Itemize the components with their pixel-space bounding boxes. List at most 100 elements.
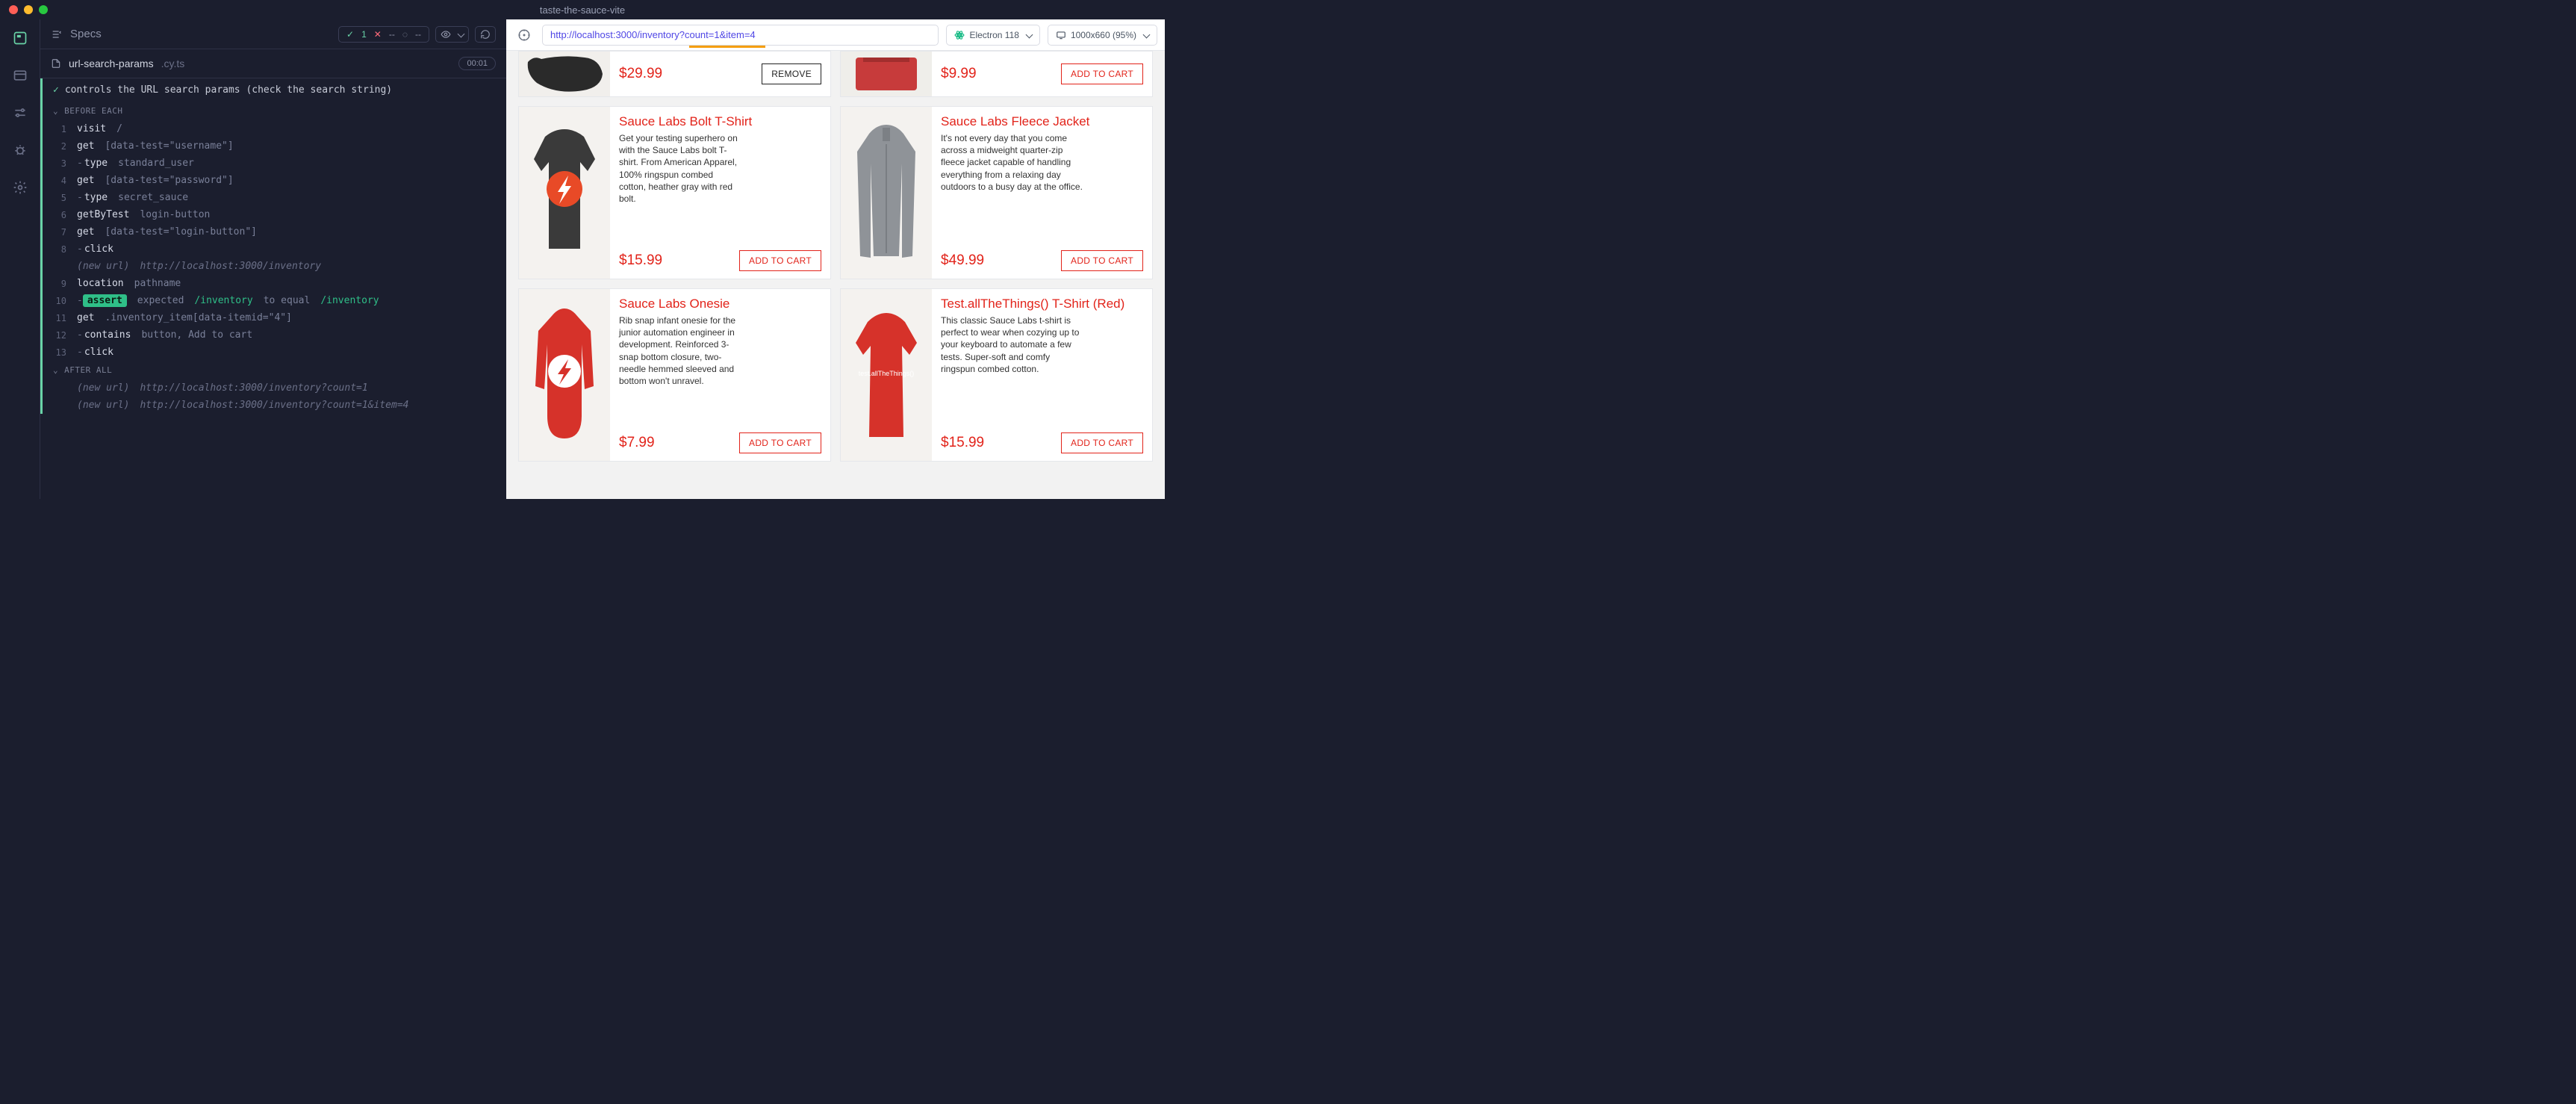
command-row[interactable]: 9location pathname	[40, 275, 506, 292]
command-row[interactable]: (new url) http://localhost:3000/inventor…	[40, 379, 506, 397]
file-icon	[51, 58, 61, 69]
command-row[interactable]: (new url) http://localhost:3000/inventor…	[40, 258, 506, 275]
remove-button[interactable]: REMOVE	[762, 63, 821, 84]
event-label: (new url)	[77, 382, 129, 394]
add-to-cart-button[interactable]: ADD TO CART	[1061, 432, 1143, 453]
event-url: http://localhost:3000/inventory	[140, 261, 321, 272]
viewport-icon	[1056, 30, 1066, 40]
product-desc: Rib snap infant onesie for the junior au…	[619, 314, 738, 387]
command-row[interactable]: 12contains button, Add to cart	[40, 326, 506, 344]
selector-playground-button[interactable]	[514, 25, 535, 46]
runs-icon[interactable]	[12, 67, 28, 84]
spec-ext: .cy.ts	[161, 58, 185, 69]
add-to-cart-button[interactable]: ADD TO CART	[1061, 63, 1143, 84]
product-image	[519, 107, 610, 279]
command-log-panel: Specs ✓ 1 ✕ -- ◌ --	[40, 19, 506, 499]
fail-count: --	[389, 29, 395, 40]
inventory-item: Sauce Labs Fleece Jacket It's not every …	[840, 106, 1153, 279]
add-to-cart-button[interactable]: ADD TO CART	[739, 432, 821, 453]
view-toggle-button[interactable]	[435, 26, 469, 43]
command-row[interactable]: 8click	[40, 241, 506, 258]
inventory-item-partial: $9.99 ADD TO CART	[840, 51, 1153, 97]
step-number: 5	[53, 193, 66, 203]
settings-icon[interactable]	[12, 179, 28, 196]
step-number: 8	[53, 244, 66, 255]
browser-select[interactable]: Electron 118	[946, 25, 1040, 46]
results-pill: ✓ 1 ✕ -- ◌ --	[338, 26, 429, 43]
step-number: 13	[53, 347, 66, 358]
command-row[interactable]: 5 type secret_sauce	[40, 189, 506, 206]
product-image	[519, 289, 610, 461]
command-row[interactable]: 13click	[40, 344, 506, 361]
command-arg: button, Add to cart	[141, 329, 252, 341]
spec-file-row[interactable]: url-search-params .cy.ts 00:01	[40, 49, 506, 78]
price: $29.99	[619, 66, 662, 82]
url-bar[interactable]: http://localhost:3000/inventory?count=1&…	[542, 25, 939, 46]
command-row[interactable]: (new url) http://localhost:3000/inventor…	[40, 397, 506, 414]
check-icon: ✓	[53, 84, 59, 96]
product-title[interactable]: Sauce Labs Bolt T-Shirt	[619, 114, 821, 129]
price: $15.99	[941, 435, 984, 451]
command-row[interactable]: 6getByTest login-button	[40, 206, 506, 223]
add-to-cart-button[interactable]: ADD TO CART	[739, 250, 821, 271]
refresh-icon	[480, 29, 491, 40]
command-row[interactable]: 3type standard_user	[40, 155, 506, 172]
pending-count: --	[415, 29, 421, 40]
product-title[interactable]: Sauce Labs Fleece Jacket	[941, 114, 1143, 129]
viewport-select[interactable]: 1000x660 (95%)	[1048, 25, 1157, 46]
specs-header[interactable]: Specs	[51, 28, 102, 40]
command-name: type	[77, 192, 108, 203]
before-each-header[interactable]: ⌄ BEFORE EACH	[40, 102, 506, 120]
pass-count: 1	[361, 29, 367, 40]
aut-frame[interactable]: $29.99 REMOVE $9.99 ADD TO CART	[506, 51, 1165, 499]
product-title[interactable]: Sauce Labs Onesie	[619, 297, 821, 311]
rerun-button[interactable]	[475, 26, 496, 43]
bug-icon[interactable]	[12, 142, 28, 158]
step-number: 10	[53, 296, 66, 306]
add-to-cart-button[interactable]: ADD TO CART	[1061, 250, 1143, 271]
price: $15.99	[619, 252, 662, 269]
command-arg: /	[116, 123, 122, 134]
event-url: http://localhost:3000/inventory?count=1&…	[140, 400, 408, 411]
command-row[interactable]: 10-assert expected /inventory to equal /…	[40, 292, 506, 309]
check-icon: ✓	[346, 29, 354, 40]
expand-icon	[51, 28, 63, 40]
electron-icon	[954, 30, 965, 40]
command-row[interactable]: 4get [data-test="password"]	[40, 172, 506, 189]
url-base: http://localhost:3000/inventory	[550, 29, 679, 40]
specs-tab-icon[interactable]	[12, 30, 28, 46]
command-row[interactable]: 2get [data-test="username"]	[40, 137, 506, 155]
inventory-item-partial: $29.99 REMOVE	[518, 51, 831, 97]
after-all-header[interactable]: ⌄ AFTER ALL	[40, 361, 506, 379]
command-name: get	[77, 226, 94, 238]
pending-icon: ◌	[402, 29, 408, 40]
command-arg: .inventory_item[data-itemid="4"]	[105, 312, 291, 323]
duration-badge: 00:01	[458, 57, 496, 70]
inventory-item: Sauce Labs Onesie Rib snap infant onesie…	[518, 288, 831, 462]
product-desc: This classic Sauce Labs t-shirt is perfe…	[941, 314, 1083, 375]
command-arg: standard_user	[118, 158, 194, 169]
command-arg: login-button	[140, 209, 210, 220]
event-url: http://localhost:3000/inventory?count=1	[140, 382, 367, 394]
spec-name: url-search-params	[69, 58, 154, 69]
test-title: controls the URL search params (check th…	[65, 84, 392, 96]
debug-sliders-icon[interactable]	[12, 105, 28, 121]
command-name: visit	[77, 123, 106, 134]
command-name: get	[77, 312, 94, 323]
test-title-row[interactable]: ✓ controls the URL search params (check …	[40, 78, 506, 102]
command-row[interactable]: 11get .inventory_item[data-itemid="4"]	[40, 309, 506, 326]
product-image	[841, 52, 932, 96]
command-name: contains	[77, 329, 131, 341]
event-label: (new url)	[77, 400, 129, 411]
inventory-item: test.allTheThings() Test.allTheThings() …	[840, 288, 1153, 462]
step-number: 9	[53, 279, 66, 289]
product-title[interactable]: Test.allTheThings() T-Shirt (Red)	[941, 297, 1143, 311]
command-arg: secret_sauce	[118, 192, 188, 203]
eye-icon	[441, 29, 451, 40]
chevron-down-icon	[1143, 31, 1151, 39]
command-row[interactable]: 7 get [data-test="login-button"]	[40, 223, 506, 241]
command-arg: [data-test="login-button"]	[105, 226, 257, 238]
step-number: 7	[53, 227, 66, 238]
inventory-item: Sauce Labs Bolt T-Shirt Get your testing…	[518, 106, 831, 279]
command-row[interactable]: 1visit /	[40, 120, 506, 137]
